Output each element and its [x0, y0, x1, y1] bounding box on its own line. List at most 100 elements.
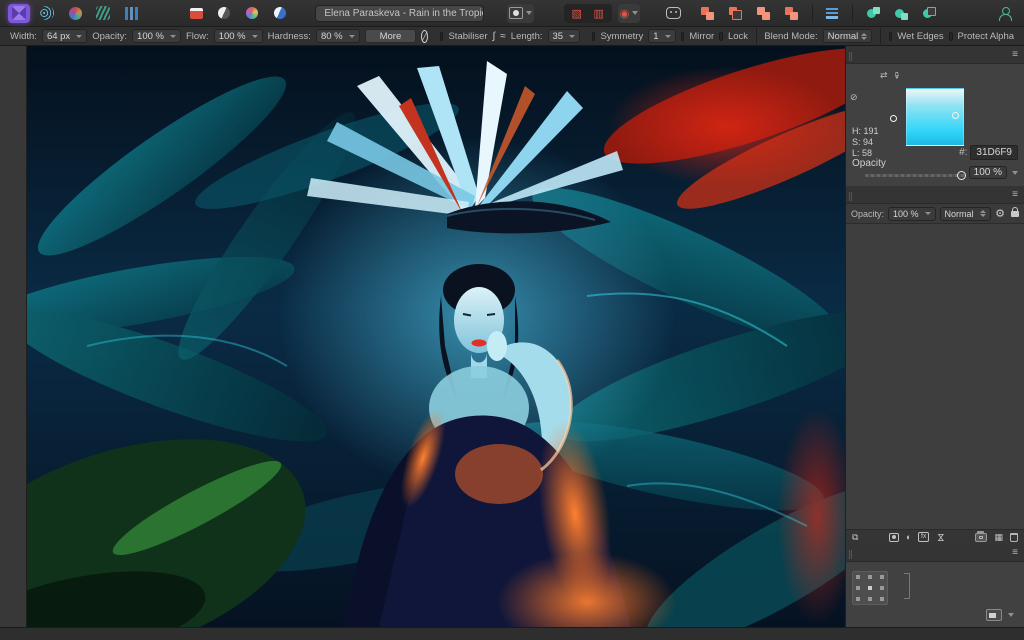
tone-mapping-persona-button[interactable] — [92, 4, 114, 23]
right-panel: ≡ ⊘ ⇄ ✑ H: 191 S: 94 L: 58 — [845, 46, 1024, 627]
protect-alpha-checkbox[interactable] — [949, 32, 953, 41]
insert-on-top-icon — [895, 7, 908, 20]
blend-mode-select[interactable]: Normal — [823, 29, 873, 43]
width-field[interactable]: 64 px — [42, 29, 87, 43]
snapping-option-2-button[interactable]: ▥ — [588, 4, 610, 23]
swap-colours-icon[interactable]: ⇄ — [880, 70, 888, 81]
adjustment-layer-icon[interactable]: ◐ — [906, 532, 911, 542]
layers-opacity-label: Opacity: — [851, 209, 884, 219]
sl-handle[interactable] — [952, 112, 959, 119]
insert-on-top-button[interactable] — [890, 4, 912, 23]
delete-layer-icon[interactable] — [1010, 533, 1018, 542]
layers-blend-mode-select[interactable]: Normal — [940, 207, 992, 221]
link-dimensions-bracket[interactable] — [904, 573, 910, 599]
edit-all-layers-icon[interactable]: ⧉ — [852, 532, 858, 543]
snapping-bounds-icon: ▥ — [593, 7, 603, 20]
layers-opacity-field[interactable]: 100 % — [888, 207, 936, 221]
insert-inside-button[interactable] — [918, 4, 940, 23]
transform-panel-menu-icon[interactable]: ≡ — [1010, 544, 1020, 561]
opacity-slider[interactable] — [852, 171, 966, 180]
hue-value: H: 191 — [852, 126, 879, 137]
symmetry-checkbox[interactable] — [592, 32, 596, 41]
quick-mask-icon — [509, 7, 523, 19]
mirror-label: Mirror — [689, 31, 714, 42]
group-layers-icon[interactable] — [975, 533, 987, 542]
quick-mask-button[interactable] — [507, 4, 534, 23]
boolean-subtract-icon — [729, 7, 742, 20]
opacity-slider-track[interactable] — [865, 174, 966, 177]
auto-colour-button[interactable] — [241, 4, 263, 23]
symmetry-label: Symmetry — [600, 31, 643, 42]
account-person-icon — [999, 7, 1012, 20]
insert-behind-button[interactable] — [862, 4, 884, 23]
opacity-label: Opacity — [852, 158, 886, 169]
boolean-divide-icon — [785, 7, 798, 20]
snapping-preset-icon: ◉ — [620, 7, 630, 20]
more-button[interactable]: More — [365, 29, 417, 43]
alignment-button[interactable] — [821, 4, 843, 23]
width-label: Width: — [10, 31, 37, 42]
no-colour-icon[interactable]: ⊘ — [850, 92, 858, 103]
document-title: Elena Paraskeva - Rain in the Tropics (5… — [315, 5, 484, 22]
window-stabiliser-icon[interactable]: ≈ — [500, 31, 506, 42]
flow-field[interactable]: 100 % — [214, 29, 263, 43]
photo-artwork — [27, 46, 845, 627]
blend-options-icon[interactable]: ▦ — [994, 532, 1003, 543]
auto-levels-button[interactable] — [185, 4, 207, 23]
account-button[interactable] — [994, 4, 1016, 23]
opacity-row: Opacity 100 % — [852, 158, 1018, 169]
stabiliser-checkbox[interactable] — [440, 32, 444, 41]
develop-persona-button[interactable] — [64, 4, 86, 23]
boolean-add-button[interactable] — [697, 4, 719, 23]
opacity-field[interactable]: 100 % — [132, 29, 181, 43]
boolean-intersect-button[interactable] — [753, 4, 775, 23]
liquify-persona-button[interactable] — [36, 4, 58, 23]
tools-toolbar — [0, 46, 27, 627]
mirror-checkbox[interactable] — [681, 32, 685, 41]
colour-panel: ⊘ ⇄ ✑ H: 191 S: 94 L: 58 #: 31D6F9 — [846, 64, 1024, 186]
canvas[interactable] — [27, 46, 845, 627]
layer-settings-gear-icon[interactable]: ⚙ — [995, 207, 1005, 220]
layer-lock-icon[interactable] — [1011, 211, 1019, 217]
colour-panel-menu-icon[interactable]: ≡ — [1010, 46, 1020, 63]
opacity-value-field[interactable]: 100 % — [969, 166, 1007, 179]
anchor-selector[interactable] — [852, 571, 888, 605]
symmetry-count-field[interactable]: 1 — [648, 29, 675, 43]
assistant-button[interactable] — [663, 4, 685, 23]
hardness-field[interactable]: 80 % — [316, 29, 360, 43]
photo-persona-icon — [12, 6, 26, 20]
boolean-intersect-icon — [757, 7, 770, 20]
stabiliser-label: Stabiliser — [448, 31, 487, 42]
layers-list — [846, 224, 1024, 529]
snapping-option-1-button[interactable]: ▧ — [566, 4, 588, 23]
layers-tabbar: ≡ — [846, 186, 1024, 204]
opacity-slider-knob[interactable] — [957, 171, 966, 180]
hue-handle[interactable] — [890, 115, 897, 122]
auto-levels-icon — [190, 8, 203, 19]
boolean-subtract-button[interactable] — [725, 4, 747, 23]
brush-preview-icon[interactable]: ╱ — [421, 30, 428, 43]
live-filter-icon[interactable]: ⋈ — [935, 533, 946, 542]
boolean-add-icon — [701, 7, 714, 20]
photo-persona-button[interactable] — [8, 4, 30, 23]
auto-colour-icon — [246, 7, 258, 19]
auto-white-balance-button[interactable] — [269, 4, 291, 23]
export-persona-button[interactable] — [120, 4, 142, 23]
wet-edges-checkbox[interactable] — [889, 32, 893, 41]
boolean-divide-button[interactable] — [781, 4, 803, 23]
snapping-frame-icon: ▧ — [571, 7, 581, 20]
auto-contrast-button[interactable] — [213, 4, 235, 23]
foreground-colour-swatch[interactable] — [862, 80, 882, 100]
affinity-photo-window: Elena Paraskeva - Rain in the Tropics (5… — [0, 0, 1024, 640]
rope-stabiliser-icon[interactable]: ∫ — [493, 31, 496, 42]
layer-effects-icon[interactable]: fx — [918, 532, 928, 542]
layers-panel-menu-icon[interactable]: ≡ — [1010, 186, 1020, 203]
export-persona-icon — [125, 7, 138, 20]
lock-checkbox[interactable] — [719, 32, 723, 41]
length-field[interactable]: 35 — [548, 29, 581, 43]
transform-origin-button[interactable] — [986, 609, 1002, 621]
auto-white-balance-icon — [274, 7, 286, 19]
snapping-presets-button[interactable]: ◉ — [618, 4, 641, 23]
picker-icon[interactable]: ✑ — [890, 72, 901, 80]
mask-layer-icon[interactable] — [889, 533, 899, 542]
